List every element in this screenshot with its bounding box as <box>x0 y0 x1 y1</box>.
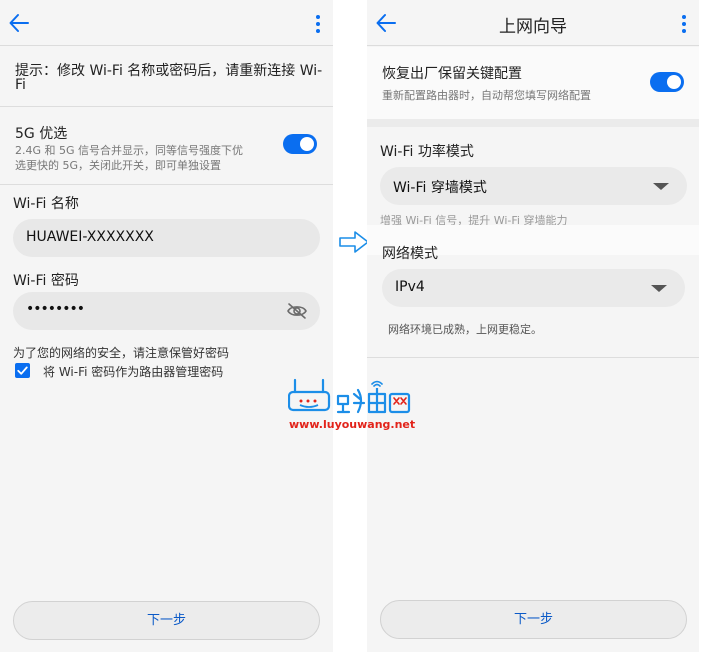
divider <box>0 184 333 185</box>
divider <box>0 106 333 107</box>
band-5g-title: 5G 优选 <box>15 126 68 142</box>
next-button[interactable]: 下一步 <box>13 601 320 640</box>
band-5g-desc-line1: 2.4G 和 5G 信号合并显示，同等信号强度下优 <box>15 144 244 157</box>
toggle-knob <box>300 137 314 151</box>
wifi-password-label: Wi-Fi 密码 <box>13 273 79 289</box>
network-mode-label: 网络模式 <box>382 246 438 262</box>
network-mode-select[interactable]: IPv4 <box>382 269 685 307</box>
left-phone-screen: 提示：修改 Wi-Fi 名称或密码后，请重新连接 Wi- Fi 5G 优选 2.… <box>0 0 333 652</box>
divider <box>367 357 699 358</box>
wifi-name-input[interactable]: HUAWEI-XXXXXXX <box>13 219 320 257</box>
toggle-knob <box>667 75 681 89</box>
watermark-url: www.luyouwang.net <box>289 418 416 431</box>
right-phone-screen: 上网向导 恢复出厂保留关键配置 重新配置路由器时，自动帮您填写网络配置 Wi-F… <box>367 0 699 652</box>
network-mode-hint: 网络环境已成熟，上网更稳定。 <box>388 323 542 336</box>
band-5g-toggle[interactable] <box>283 134 317 154</box>
wifi-name-value: HUAWEI-XXXXXXX <box>26 229 154 245</box>
chevron-down-icon <box>653 183 669 190</box>
chevron-down-icon <box>651 285 667 292</box>
band-5g-desc-line2: 选更快的 5G，关闭此开关，即可单独设置 <box>15 159 222 172</box>
network-mode-value: IPv4 <box>395 279 425 295</box>
eye-off-icon[interactable] <box>286 302 308 320</box>
right-header: 上网向导 <box>367 0 699 46</box>
left-header <box>0 0 333 46</box>
security-tip: 为了您的网络的安全，请注意保管好密码 <box>13 346 230 360</box>
section-gap <box>367 119 699 127</box>
checkmark-icon <box>17 366 28 375</box>
power-mode-value: Wi-Fi 穿墙模式 <box>393 180 487 196</box>
next-button[interactable]: 下一步 <box>380 600 687 639</box>
more-vertical-icon[interactable] <box>681 14 687 34</box>
admin-password-checkbox[interactable] <box>15 363 30 378</box>
restore-desc: 重新配置路由器时，自动帮您填写网络配置 <box>382 89 591 102</box>
page-title: 上网向导 <box>499 17 567 37</box>
reconnect-notice-line1: 提示：修改 Wi-Fi 名称或密码后，请重新连接 Wi- <box>15 63 323 79</box>
wifi-password-input[interactable]: •••••••• <box>13 292 320 330</box>
power-mode-select[interactable]: Wi-Fi 穿墙模式 <box>380 167 687 205</box>
arrow-right-outline-icon <box>339 231 369 253</box>
power-mode-label: Wi-Fi 功率模式 <box>380 144 474 160</box>
arrow-left-icon[interactable] <box>8 12 30 34</box>
restore-title: 恢复出厂保留关键配置 <box>382 66 522 82</box>
reconnect-notice-line2: Fi <box>15 77 26 93</box>
more-vertical-icon[interactable] <box>315 14 321 34</box>
restore-toggle[interactable] <box>650 72 684 92</box>
wifi-name-label: Wi-Fi 名称 <box>13 196 79 212</box>
admin-password-checkbox-label[interactable]: 将 Wi-Fi 密码作为路由器管理密码 <box>43 363 223 380</box>
wifi-password-value: •••••••• <box>26 301 85 317</box>
